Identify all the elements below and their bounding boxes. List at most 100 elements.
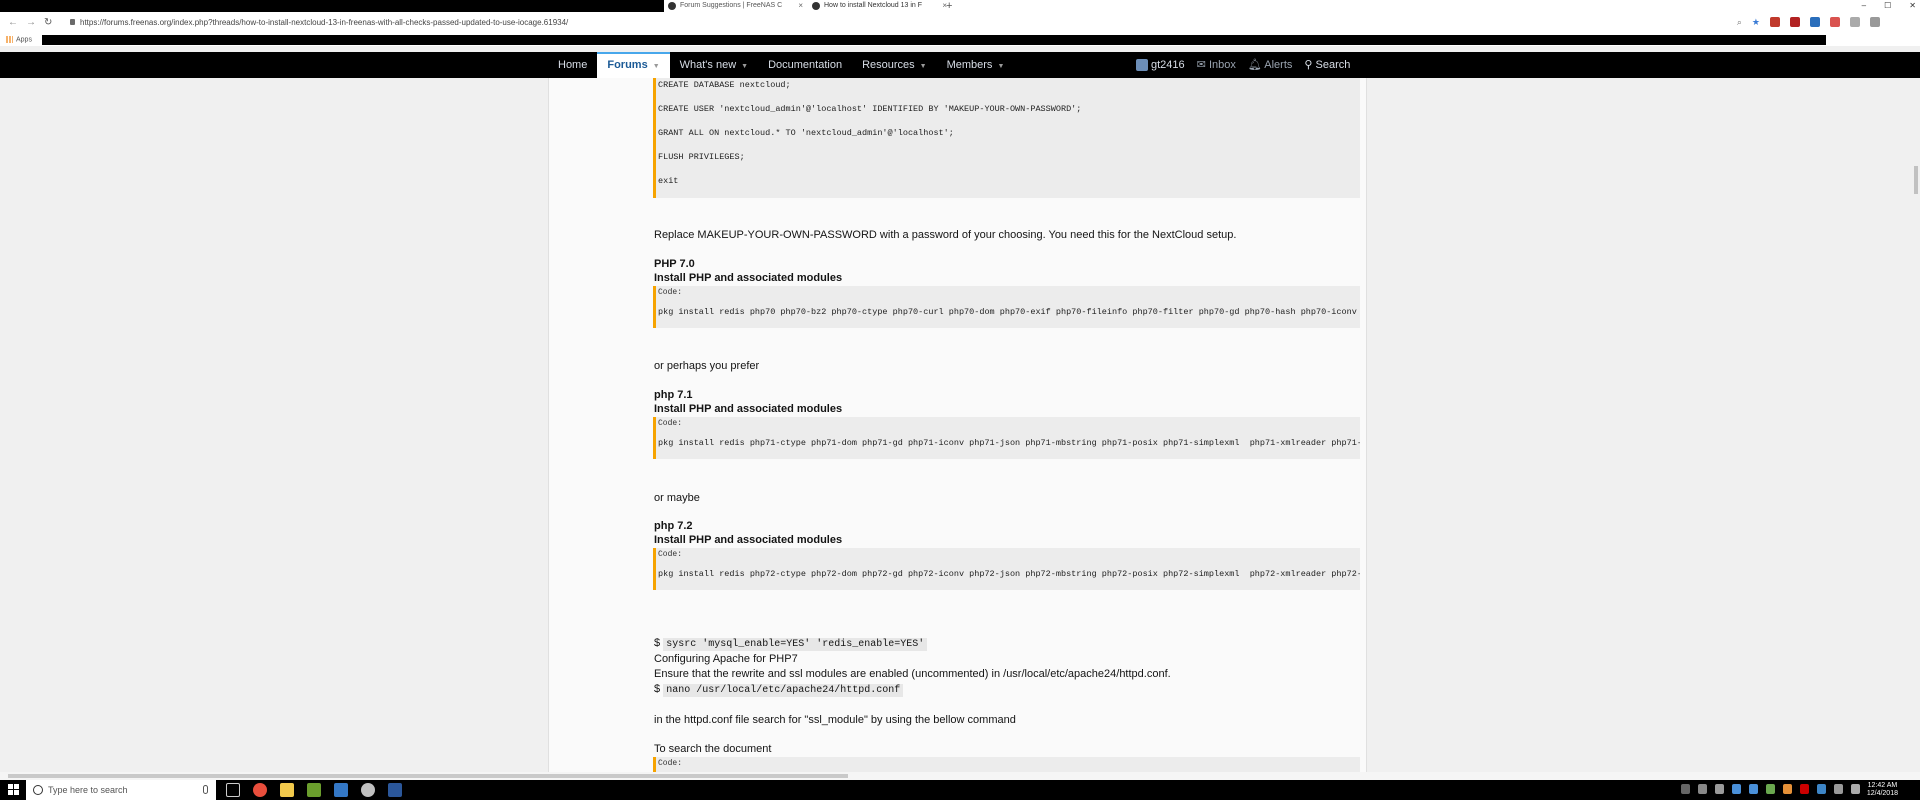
extension-stop-icon[interactable] [1790, 17, 1800, 27]
bookmarks-bar: Apps [0, 34, 1920, 46]
nav-label: What's new [679, 59, 737, 71]
microphone-icon[interactable] [203, 785, 208, 794]
nav-inbox[interactable]: ✉ Inbox [1191, 52, 1242, 78]
file-explorer-icon[interactable] [280, 783, 294, 797]
tray-icon[interactable] [1681, 784, 1690, 794]
tab-forum-suggestions[interactable]: Forum Suggestions | FreeNAS C × [664, 0, 806, 12]
code-label: Code: [658, 759, 683, 768]
tray-icon[interactable] [1732, 784, 1741, 794]
extension-red-icon[interactable] [1770, 17, 1780, 27]
nav-user[interactable]: gt2416 [1130, 52, 1191, 78]
extension-blue-icon[interactable] [1810, 17, 1820, 27]
nano-line: $ nano /usr/local/etc/apache24/httpd.con… [654, 683, 904, 697]
clock-date: 12/4/2018 [1866, 790, 1898, 797]
minimize-button[interactable]: – [1862, 0, 1866, 12]
scrollbar-thumb[interactable] [8, 774, 848, 778]
nav-members[interactable]: Members ▼ [937, 52, 1015, 78]
nav-forums[interactable]: Forums ▼ [597, 52, 670, 78]
nav-documentation[interactable]: Documentation [758, 52, 852, 78]
app-icon[interactable] [307, 783, 321, 797]
code-label: Code: [658, 288, 683, 297]
nav-search[interactable]: ⚲ Search [1298, 52, 1356, 78]
taskbar-clock[interactable]: 12:42 AM 12/4/2018 [1867, 782, 1898, 798]
nav-resources[interactable]: Resources ▼ [852, 52, 937, 78]
maybe-text: or maybe [654, 492, 700, 504]
star-icon[interactable]: ★ [1752, 17, 1760, 28]
configuring-text: Configuring Apache for PHP7 [654, 653, 798, 665]
chevron-down-icon[interactable]: ▼ [653, 63, 660, 70]
tab-label: Forum Suggestions | FreeNAS C [680, 2, 783, 9]
app-icon[interactable] [361, 783, 375, 797]
taskbar-search-input[interactable]: Type here to search [26, 780, 216, 800]
code-label: Code: [658, 419, 683, 428]
shell-prompt: $ [654, 637, 661, 649]
search-label: Search [1315, 59, 1351, 71]
scrollbar-thumb[interactable] [1914, 166, 1918, 194]
php71-subheading: Install PHP and associated modules [654, 403, 843, 415]
url-field[interactable]: https://forums.freenas.org/index.php?thr… [70, 18, 568, 27]
new-tab-button[interactable]: + [946, 0, 960, 12]
close-window-button[interactable]: ✕ [1909, 0, 1916, 12]
windows-start-icon[interactable] [8, 784, 20, 796]
nav-whats-new[interactable]: What's new ▼ [670, 52, 758, 78]
maximize-button[interactable]: ☐ [1884, 0, 1891, 12]
chrome-icon[interactable] [253, 783, 267, 797]
tray-icon[interactable] [1817, 784, 1826, 794]
extension-menu-icon[interactable] [1870, 17, 1880, 27]
nav-label: Forums [607, 59, 648, 71]
horizontal-scrollbar[interactable] [0, 772, 1920, 780]
back-button[interactable]: ← [8, 17, 18, 28]
php71-heading: php 7.1 [654, 389, 693, 401]
task-view-icon[interactable] [226, 783, 240, 797]
volume-icon[interactable] [1851, 784, 1860, 794]
tray-icon[interactable] [1783, 784, 1792, 794]
sql-code-block: CREATE DATABASE nextcloud; CREATE USER '… [653, 78, 1360, 198]
perhaps-text: or perhaps you prefer [654, 360, 760, 372]
code-line: GRANT ALL ON nextcloud.* TO 'nextcloud_a… [658, 128, 954, 138]
forward-button[interactable]: → [26, 17, 36, 28]
inbox-label: Inbox [1208, 59, 1236, 71]
lock-icon [70, 19, 75, 25]
extension-pocket-icon[interactable] [1830, 17, 1840, 27]
nav-home[interactable]: Home [548, 52, 597, 78]
tray-icon[interactable] [1800, 784, 1809, 794]
php70-code-block: Code: pkg install redis php70 php70-bz2 … [653, 286, 1360, 328]
word-icon[interactable] [388, 783, 402, 797]
nano-command: nano /usr/local/etc/apache24/httpd.conf [663, 684, 904, 697]
tray-icon[interactable] [1766, 784, 1775, 794]
php72-code-block: Code: pkg install redis php72-ctype php7… [653, 548, 1360, 590]
apps-grid-icon [6, 36, 13, 43]
ensure-text: Ensure that the rewrite and ssl modules … [654, 668, 1171, 680]
nav-label: Members [946, 59, 993, 71]
network-icon[interactable] [1834, 784, 1843, 794]
php72-heading: php 7.2 [654, 520, 693, 532]
envelope-icon: ✉ [1196, 59, 1209, 71]
avatar [1136, 59, 1148, 72]
nav-alerts[interactable]: 🔔︎ Alerts [1242, 52, 1299, 78]
tray-icon[interactable] [1698, 784, 1707, 794]
zoom-icon[interactable]: ⌕ [1737, 17, 1742, 28]
close-tab-icon[interactable]: × [798, 0, 803, 12]
chevron-down-icon[interactable]: ▼ [741, 63, 748, 70]
apps-label: Apps [16, 36, 32, 44]
freenas-favicon-icon [812, 2, 820, 10]
php72-subheading: Install PHP and associated modules [654, 534, 843, 546]
extension-grey-icon[interactable] [1850, 17, 1860, 27]
code-line: pkg install redis php71-ctype php71-dom … [658, 438, 1360, 448]
bookmarks-redaction [42, 35, 1826, 45]
tray-icon[interactable] [1749, 784, 1758, 794]
code-line: CREATE DATABASE nextcloud; [658, 80, 791, 90]
nav-label: Home [558, 59, 588, 71]
username: gt2416 [1151, 59, 1185, 71]
chevron-down-icon[interactable]: ▼ [920, 63, 927, 70]
app-icon[interactable] [334, 783, 348, 797]
vertical-scrollbar[interactable] [1912, 78, 1920, 772]
sysrc-command: sysrc 'mysql_enable=YES' 'redis_enable=Y… [663, 638, 928, 651]
tab-nextcloud-guide[interactable]: How to install Nextcloud 13 in F × [808, 0, 950, 12]
tray-icon[interactable] [1715, 784, 1724, 794]
reload-button[interactable]: ↻ [44, 17, 52, 28]
apps-shortcut[interactable]: Apps [6, 36, 32, 43]
bell-icon: 🔔︎ [1247, 59, 1265, 71]
shell-prompt: $ [654, 683, 661, 695]
chevron-down-icon[interactable]: ▼ [997, 63, 1004, 70]
